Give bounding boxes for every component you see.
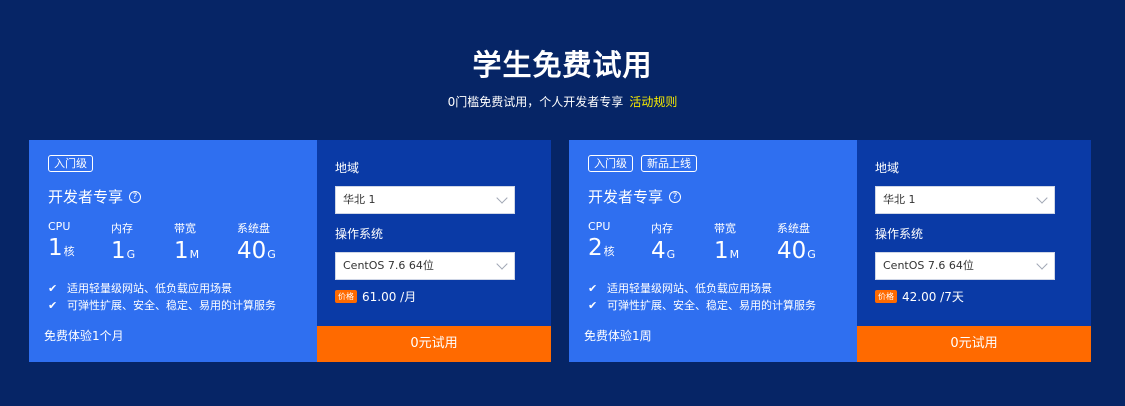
spec-cpu: CPU 2核 [588,220,615,261]
page-title: 学生免费试用 [472,48,653,82]
spec-value: 40 [777,238,807,264]
spec-unit: 核 [603,245,615,258]
chevron-down-icon [496,192,508,204]
os-select-value: CentOS 7.6 64位 [883,259,974,272]
spec-label: CPU [588,220,611,233]
spec-unit: M [189,248,200,261]
feature-item: ✔ 可弹性扩展、安全、稳定、易用的计算服务 [588,297,816,314]
trial-duration: 免费体验1个月 [44,329,124,343]
spec-value: 1 [174,238,189,264]
tag-list: 入门级 新品上线 [588,155,697,172]
spec-memory: 内存 4G [651,220,675,264]
spec-disk: 系统盘 40G [237,220,276,264]
trial-duration: 免费体验1周 [584,329,652,343]
spec-label: 内存 [111,222,133,235]
region-label: 地域 [875,161,900,175]
price-value: 61.00 /月 [362,290,417,304]
region-label: 地域 [335,161,360,175]
plan-card-2-info: 入门级 新品上线 开发者专享 ? CPU 2核 内存 4G 带宽 1M 系统盘 … [569,140,857,362]
plan-card-2: 入门级 新品上线 开发者专享 ? CPU 2核 内存 4G 带宽 1M 系统盘 … [569,140,1091,362]
spec-label: CPU [48,220,71,233]
subtitle-text: 0门槛免费试用，个人开发者专享 [447,95,624,109]
plan-card-1-config: 地域 华北 1 操作系统 CentOS 7.6 64位 价格 61.00 /月 … [317,140,551,362]
plan-title: 开发者专享 ? [48,186,142,207]
tag-new-product: 新品上线 [641,155,697,172]
price: 价格 61.00 /月 [335,288,416,305]
tag-entry-level: 入门级 [48,155,93,172]
spec-value: 2 [588,235,603,261]
os-select[interactable]: CentOS 7.6 64位 [335,252,515,280]
question-circle-icon[interactable]: ? [669,190,682,203]
feature-text: 可弹性扩展、安全、稳定、易用的计算服务 [67,299,276,312]
chevron-down-icon [496,258,508,270]
spec-bandwidth: 带宽 1M [714,220,739,264]
page-subtitle: 0门槛免费试用，个人开发者专享 活动规则 [0,93,1125,110]
price-badge: 价格 [335,290,357,303]
spec-unit: G [126,248,136,261]
spec-cpu: CPU 1核 [48,220,75,261]
rules-link[interactable]: 活动规则 [629,95,677,109]
spec-value: 1 [714,238,729,264]
os-select[interactable]: CentOS 7.6 64位 [875,252,1055,280]
price-badge: 价格 [875,290,897,303]
tag-entry-level: 入门级 [588,155,633,172]
free-trial-button[interactable]: 0元试用 [857,326,1091,362]
os-label: 操作系统 [875,227,924,241]
feature-list: ✔ 适用轻量级网站、低负载应用场景 ✔ 可弹性扩展、安全、稳定、易用的计算服务 [48,280,276,314]
plan-card-2-config: 地域 华北 1 操作系统 CentOS 7.6 64位 价格 42.00 /7天… [857,140,1091,362]
plan-card-1-info: 入门级 开发者专享 ? CPU 1核 内存 1G 带宽 1M 系统盘 40G ✔… [29,140,317,362]
spec-label: 带宽 [174,222,196,235]
feature-text: 可弹性扩展、安全、稳定、易用的计算服务 [607,299,816,312]
check-icon: ✔ [48,299,58,312]
price-value: 42.00 /7天 [902,290,964,304]
tag-list: 入门级 [48,155,93,172]
plan-title-text: 开发者专享 [588,188,664,206]
plan-title-text: 开发者专享 [48,188,124,206]
spec-disk: 系统盘 40G [777,220,816,264]
free-trial-button[interactable]: 0元试用 [317,326,551,362]
plan-title: 开发者专享 ? [588,186,682,207]
spec-value: 1 [111,238,126,264]
plan-card-1: 入门级 开发者专享 ? CPU 1核 内存 1G 带宽 1M 系统盘 40G ✔… [29,140,551,362]
spec-bandwidth: 带宽 1M [174,220,199,264]
spec-unit: G [807,248,816,261]
region-select-value: 华北 1 [883,193,916,206]
spec-unit: 核 [63,245,75,258]
question-circle-icon[interactable]: ? [129,190,142,203]
spec-value: 1 [48,235,63,261]
spec-label: 系统盘 [237,222,270,235]
check-icon: ✔ [48,282,58,295]
spec-label: 带宽 [714,222,736,235]
spec-label: 内存 [651,222,673,235]
feature-item: ✔ 适用轻量级网站、低负载应用场景 [48,280,276,297]
region-select-value: 华北 1 [343,193,376,206]
feature-text: 适用轻量级网站、低负载应用场景 [67,282,232,295]
check-icon: ✔ [588,299,598,312]
chevron-down-icon [1036,192,1048,204]
price: 价格 42.00 /7天 [875,288,964,305]
os-select-value: CentOS 7.6 64位 [343,259,434,272]
region-select[interactable]: 华北 1 [335,186,515,214]
feature-text: 适用轻量级网站、低负载应用场景 [607,282,772,295]
spec-label: 系统盘 [777,222,810,235]
spec-value: 40 [237,238,267,264]
feature-list: ✔ 适用轻量级网站、低负载应用场景 ✔ 可弹性扩展、安全、稳定、易用的计算服务 [588,280,816,314]
os-label: 操作系统 [335,227,384,241]
region-select[interactable]: 华北 1 [875,186,1055,214]
check-icon: ✔ [588,282,598,295]
spec-unit: G [267,248,276,261]
spec-memory: 内存 1G [111,220,135,264]
feature-item: ✔ 适用轻量级网站、低负载应用场景 [588,280,816,297]
spec-unit: G [666,248,676,261]
feature-item: ✔ 可弹性扩展、安全、稳定、易用的计算服务 [48,297,276,314]
spec-value: 4 [651,238,666,264]
spec-unit: M [729,248,740,261]
chevron-down-icon [1036,258,1048,270]
